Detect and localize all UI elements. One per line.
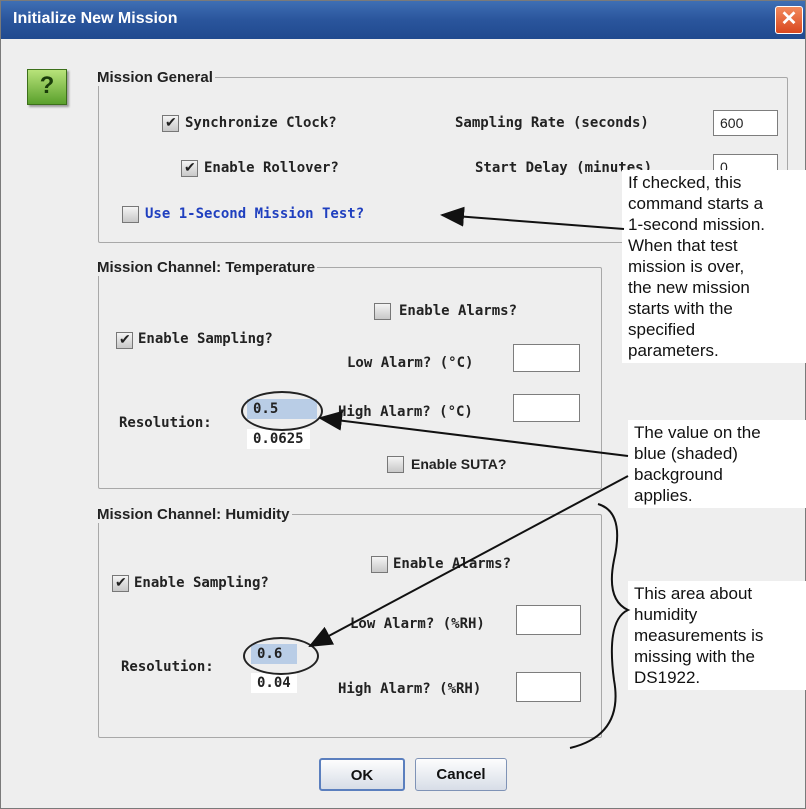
callout-line: parameters. <box>628 341 719 360</box>
hum-high-alarm-input[interactable] <box>516 672 581 702</box>
callout-line: The value on the <box>634 423 761 442</box>
enable-rollover-checkbox[interactable] <box>181 159 198 177</box>
callout-line: background <box>634 465 723 484</box>
humidity-note-callout: This area about humidity measurements is… <box>628 581 806 690</box>
window-title: Initialize New Mission <box>13 10 178 27</box>
humidity-channel-legend: Mission Channel: Humidity <box>97 506 290 523</box>
callout-line: 1-second mission. <box>628 215 766 234</box>
help-icon: ? <box>39 72 55 99</box>
ok-button[interactable]: OK <box>319 758 405 791</box>
one-second-test-label: Use 1-Second Mission Test? <box>145 206 365 222</box>
cancel-button[interactable]: Cancel <box>415 758 507 791</box>
callout-line: mission is over, <box>628 257 745 276</box>
temp-low-alarm-label: Low Alarm? (°C) <box>347 355 474 371</box>
temp-resolution-highlight-ring <box>241 391 323 431</box>
callout-line: When that test <box>628 236 738 255</box>
callout-line: blue (shaded) <box>634 444 738 463</box>
sampling-rate-input[interactable] <box>713 110 778 136</box>
temperature-channel-group: Mission Channel: Temperature <box>97 259 602 489</box>
callout-line: If checked, this <box>628 173 742 192</box>
temp-resolution-label: Resolution: <box>119 415 212 431</box>
callout-line: measurements is <box>634 626 764 645</box>
resolution-note-callout: The value on the blue (shaded) backgroun… <box>628 420 806 508</box>
hum-low-alarm-input[interactable] <box>516 605 581 635</box>
temp-enable-sampling-label: Enable Sampling? <box>138 331 273 347</box>
callout-line: command starts a <box>628 194 764 213</box>
temperature-channel-legend: Mission Channel: Temperature <box>97 259 316 276</box>
callout-line: humidity <box>634 605 698 624</box>
enable-suta-label: Enable SUTA? <box>411 456 507 472</box>
temp-high-alarm-input[interactable] <box>513 394 580 422</box>
temp-enable-alarms-checkbox[interactable] <box>374 303 391 320</box>
synchronize-clock-label: Synchronize Clock? <box>185 115 337 131</box>
one-second-test-checkbox[interactable] <box>122 206 139 223</box>
hum-resolution-option[interactable]: 0.04 <box>251 673 297 693</box>
synchronize-clock-checkbox[interactable] <box>162 114 179 132</box>
test-mission-callout: If checked, this command starts a 1-seco… <box>622 170 806 363</box>
title-bar: Initialize New Mission ✕ <box>1 1 805 39</box>
mission-general-legend: Mission General <box>97 69 213 86</box>
temp-high-alarm-label: High Alarm? (°C) <box>338 404 473 420</box>
callout-line: missing with the <box>634 647 755 666</box>
callout-line: the new mission <box>628 278 750 297</box>
hum-resolution-label: Resolution: <box>121 659 214 675</box>
hum-enable-alarms-label: Enable Alarms? <box>393 556 512 572</box>
enable-rollover-label: Enable Rollover? <box>204 160 339 176</box>
hum-resolution-highlight-ring <box>243 637 319 675</box>
temp-resolution-option[interactable]: 0.0625 <box>247 429 310 449</box>
hum-enable-alarms-checkbox[interactable] <box>371 556 388 573</box>
sampling-rate-label: Sampling Rate (seconds) <box>455 115 649 131</box>
hum-enable-sampling-label: Enable Sampling? <box>134 575 269 591</box>
hum-high-alarm-label: High Alarm? (%RH) <box>338 681 482 697</box>
temp-enable-sampling-checkbox[interactable] <box>116 331 133 349</box>
enable-suta-checkbox[interactable] <box>387 456 404 473</box>
temp-enable-alarms-label: Enable Alarms? <box>399 303 518 319</box>
callout-line: applies. <box>634 486 693 505</box>
callout-line: starts with the <box>628 299 733 318</box>
hum-enable-sampling-checkbox[interactable] <box>112 574 129 592</box>
help-button[interactable]: ? <box>27 69 67 105</box>
callout-line: DS1922. <box>634 668 701 687</box>
callout-line: specified <box>628 320 696 339</box>
callout-line: This area about <box>634 584 753 603</box>
close-icon[interactable]: ✕ <box>775 6 803 34</box>
hum-low-alarm-label: Low Alarm? (%RH) <box>350 616 485 632</box>
temp-low-alarm-input[interactable] <box>513 344 580 372</box>
